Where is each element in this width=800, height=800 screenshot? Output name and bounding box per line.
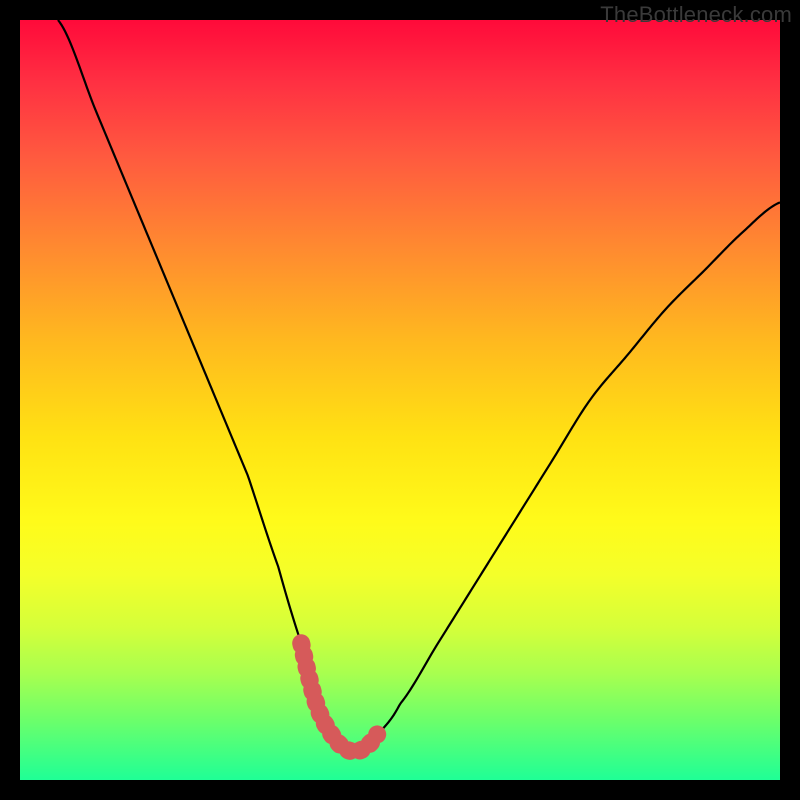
chart-frame: TheBottleneck.com xyxy=(0,0,800,800)
curve-svg xyxy=(20,20,780,780)
bottleneck-curve-path xyxy=(58,20,780,752)
plot-area xyxy=(20,20,780,780)
min-band-highlight xyxy=(301,643,377,751)
